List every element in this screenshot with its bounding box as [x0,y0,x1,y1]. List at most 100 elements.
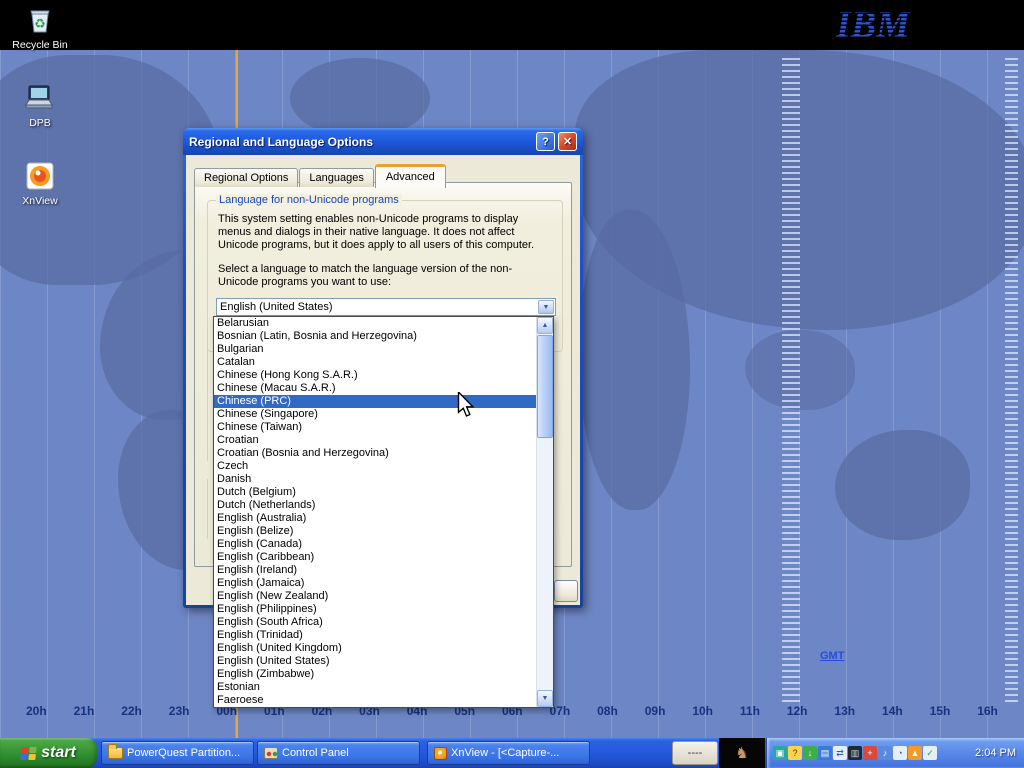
svg-text:♻: ♻ [34,16,46,31]
close-button[interactable]: ✕ [558,132,577,151]
list-item[interactable]: English (New Zealand) [214,590,536,603]
task-label: PowerQuest Partition... [127,747,240,759]
list-item[interactable]: Bosnian (Latin, Bosnia and Herzegovina) [214,330,536,343]
desktop: 20h21h22h23h00h01h02h03h04h05h06h07h08h0… [0,0,1024,768]
list-item[interactable]: English (Caribbean) [214,551,536,564]
desktop-icon-dpb[interactable]: DPB [8,83,72,129]
list-item[interactable]: English (Trinidad) [214,629,536,642]
taskbar-clock: 2:04 PM [969,747,1016,759]
taskbar-task-powerquest[interactable]: PowerQuest Partition... [101,741,254,765]
landmass [745,330,855,410]
folder-icon [108,747,123,759]
task-label: ---- [688,747,703,759]
list-item[interactable]: Chinese (Taiwan) [214,421,536,434]
language-dropdown-list: BelarusianBosnian (Latin, Bosnia and Her… [213,316,554,708]
start-button[interactable]: start [0,738,97,768]
tray-icon-9[interactable]: ◔ [893,746,907,760]
dialog-titlebar[interactable]: Regional and Language Options ? ✕ [183,128,583,155]
list-item[interactable]: Croatian [214,434,536,447]
xnview-icon [434,747,447,760]
tray-icon-8[interactable]: ♪ [878,746,892,760]
tray-icon-3[interactable]: ↓ [803,746,817,760]
chevron-down-icon[interactable]: ▼ [538,300,554,314]
tray-icon-10[interactable]: ▲ [908,746,922,760]
list-item[interactable]: Belarusian [214,317,536,330]
list-item[interactable]: Czech [214,460,536,473]
taskbar-task-dashes[interactable]: ---- [672,741,718,765]
desktop-icon-label: XnView [8,195,72,207]
ibm-logo: IBM [834,2,946,51]
language-list-items: BelarusianBosnian (Latin, Bosnia and Her… [214,317,536,707]
scrollbar-thumb[interactable] [537,335,553,438]
list-item[interactable]: English (South Africa) [214,616,536,629]
timezone-label: 22h [121,704,142,718]
list-item[interactable]: English (Ireland) [214,564,536,577]
taskbar-task-control-panel[interactable]: Control Panel [257,741,420,765]
timezone-label: 10h [692,704,713,718]
tab-regional-options[interactable]: Regional Options [194,168,298,187]
list-item[interactable]: English (Zimbabwe) [214,668,536,681]
tab-advanced[interactable]: Advanced [375,164,446,188]
list-item[interactable]: Catalan [214,356,536,369]
list-item[interactable]: Croatian (Bosnia and Herzegovina) [214,447,536,460]
groupbox-title: Language for non-Unicode programs [216,194,402,206]
tab-strip: Regional Options Languages Advanced [194,164,447,187]
combobox-value: English (United States) [217,301,537,313]
scrollbar-track[interactable]: ▲ ▼ [536,317,553,707]
list-item[interactable]: Dutch (Belgium) [214,486,536,499]
list-item[interactable]: English (United Kingdom) [214,642,536,655]
scroll-down-button[interactable]: ▼ [537,690,553,707]
taskbar-app-block[interactable]: ♞ [719,738,765,768]
xnview-icon [25,182,55,194]
timezone-label: 21h [74,704,95,718]
task-label: XnView - [<Capture-... [451,747,559,759]
list-item[interactable]: Chinese (PRC) [214,395,536,408]
scroll-up-button[interactable]: ▲ [537,317,553,334]
tray-icon-2[interactable]: ? [788,746,802,760]
landmass [835,430,970,540]
list-item[interactable]: English (Belize) [214,525,536,538]
list-item[interactable]: Chinese (Singapore) [214,408,536,421]
apply-button-fragment[interactable] [554,580,578,602]
list-item[interactable]: English (Australia) [214,512,536,525]
language-combobox[interactable]: English (United States) ▼ [216,298,556,316]
groupbox-instruction: Select a language to match the language … [218,263,550,289]
list-item[interactable]: Danish [214,473,536,486]
mouse-cursor [457,392,475,422]
list-item[interactable]: Chinese (Hong Kong S.A.R.) [214,369,536,382]
list-item[interactable]: Bulgarian [214,343,536,356]
recycle-bin-icon: ♻ [24,26,56,38]
list-item[interactable]: English (Canada) [214,538,536,551]
groupbox-edge-fragment [207,479,208,539]
windows-flag-icon [20,747,36,760]
tab-languages[interactable]: Languages [299,168,373,187]
tray-icon-1[interactable]: ▣ [773,746,787,760]
groupbox-edge-fragment [207,346,208,461]
list-item[interactable]: English (United States) [214,655,536,668]
list-item[interactable]: Estonian [214,681,536,694]
taskbar-task-xnview[interactable]: XnView - [<Capture-... [427,741,590,765]
desktop-icon-xnview[interactable]: XnView [8,161,72,207]
tray-icon-6[interactable]: ▥ [848,746,862,760]
list-item[interactable]: English (Jamaica) [214,577,536,590]
tray-icon-4[interactable]: ▤ [818,746,832,760]
timezone-label: 16h [977,704,998,718]
groupbox-description: This system setting enables non-Unicode … [218,213,550,252]
help-button[interactable]: ? [536,132,555,151]
tray-icon-11[interactable]: ✓ [923,746,937,760]
timezone-label: 09h [645,704,666,718]
timezone-hatch-band [782,58,800,706]
timezone-label: 23h [169,704,190,718]
desktop-icon-recycle-bin[interactable]: ♻ Recycle Bin [8,5,72,51]
timezone-label: 11h [740,704,760,718]
list-item[interactable]: Dutch (Netherlands) [214,499,536,512]
system-tray: ▣?↓▤⇄▥+♪◔▲✓ 2:04 PM [766,738,1024,768]
timezone-label: 08h [597,704,618,718]
list-item[interactable]: Faeroese [214,694,536,707]
task-label: Control Panel [282,747,349,759]
list-item[interactable]: Chinese (Macau S.A.R.) [214,382,536,395]
tray-icon-5[interactable]: ⇄ [833,746,847,760]
list-item[interactable]: English (Philippines) [214,603,536,616]
timezone-label: 15h [930,704,951,718]
tray-icon-7[interactable]: + [863,746,877,760]
